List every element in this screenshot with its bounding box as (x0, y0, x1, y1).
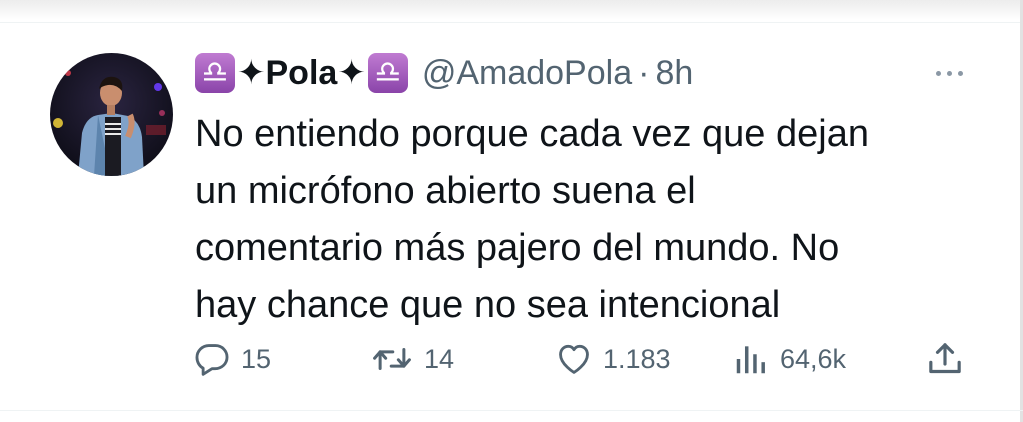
reply-bubble-icon (195, 344, 229, 376)
tweet-text-line: No entiendo porque cada vez que dejan (195, 113, 869, 155)
views-count: 64,6k (780, 343, 847, 374)
divider (0, 22, 1023, 23)
like-button[interactable]: 1.183 (555, 336, 671, 382)
display-name-text: Pola (265, 54, 338, 92)
tweet-text: No entiendo porque cada vez que dejan un… (195, 106, 955, 334)
reply-button[interactable]: 15 (193, 336, 271, 382)
action-bar: 15 14 1.183 64,6k (0, 336, 1023, 382)
more-dot (946, 70, 952, 76)
retweet-count: 14 (424, 343, 455, 374)
avatar[interactable] (50, 53, 173, 176)
tweet-text-line: comentario más pajero del mundo. No (195, 227, 840, 269)
views-button[interactable]: 64,6k (732, 336, 846, 382)
timestamp[interactable]: 8h (655, 54, 693, 93)
reply-count: 15 (241, 343, 272, 374)
libra-emoji-icon: ♎ (367, 53, 408, 93)
top-strip (0, 0, 1023, 20)
retweet-button[interactable]: 14 (370, 336, 454, 382)
tweet-text-line: un micrófono abierto suena el (195, 170, 696, 212)
sparkle-ornament: ✦ (237, 54, 266, 92)
libra-emoji-icon: ♎ (195, 53, 235, 93)
like-count: 1.183 (603, 343, 671, 374)
avatar-photo (50, 53, 173, 176)
more-dot (935, 70, 941, 76)
user-handle[interactable]: @AmadoPola (422, 54, 632, 93)
tweet-header: ♎ ✦Pola✦ ♎ @AmadoPola · 8h (195, 48, 693, 98)
divider (0, 410, 1023, 411)
share-button[interactable] (925, 336, 965, 382)
tweet-text-line: hay chance que no sea intencional (195, 284, 781, 326)
retweet-icon (373, 347, 411, 371)
more-dot (957, 70, 963, 76)
views-bar-chart-icon (736, 346, 765, 374)
more-dots-icon[interactable] (926, 60, 972, 86)
heart-icon (559, 344, 589, 374)
separator-dot: · (638, 53, 650, 92)
display-name[interactable]: ✦Pola✦ (237, 53, 366, 93)
sparkle-ornament: ✦ (337, 54, 366, 92)
share-upload-icon (929, 343, 961, 374)
